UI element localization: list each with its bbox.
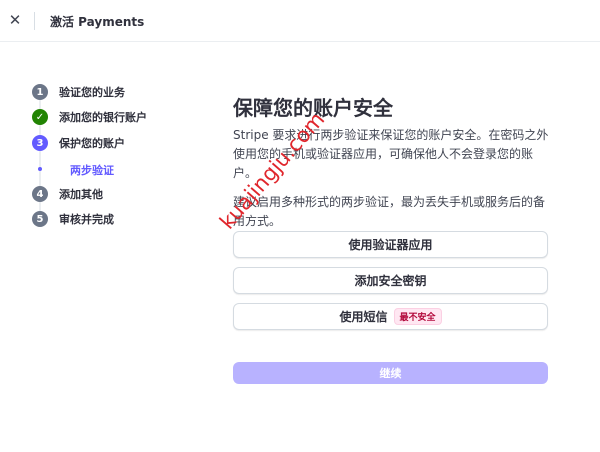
continue-button[interactable]: 继续 [233, 362, 548, 384]
button-label: 添加安全密钥 [354, 274, 427, 288]
step-number: 4 [32, 186, 48, 202]
recommendation-paragraph: 建议启用多种形式的两步验证，最为丢失手机或服务后的备用方式。 [233, 195, 546, 228]
checkmark-icon: ✓ [32, 109, 48, 125]
main-content: 保障您的账户安全 Stripe 要求进行两步验证来保证您的账户安全。在密码之外使… [233, 96, 549, 231]
least-secure-badge: 最不安全 [393, 308, 442, 325]
step-add-bank-account[interactable]: ✓ 添加您的银行账户 [32, 109, 147, 125]
app-title: 激活 Payments [50, 15, 145, 29]
step-label: 审核并完成 [59, 213, 114, 226]
substep-two-step-verification[interactable]: 两步验证 [70, 162, 114, 178]
step-label: 添加其他 [59, 188, 103, 201]
step-label: 保护您的账户 [59, 137, 125, 150]
step-protect-account[interactable]: 3 保护您的账户 [32, 135, 125, 151]
step-label: 添加您的银行账户 [59, 111, 147, 124]
button-label: 使用验证器应用 [348, 238, 433, 252]
step-review-complete[interactable]: 5 审核并完成 [32, 211, 114, 227]
page-title: 保障您的账户安全 [233, 96, 393, 120]
add-security-key-button[interactable]: 添加安全密钥 [233, 267, 548, 294]
button-label: 使用短信 [339, 310, 388, 324]
step-label: 验证您的业务 [59, 86, 125, 99]
step-add-other[interactable]: 4 添加其他 [32, 186, 103, 202]
step-number: 5 [32, 211, 48, 227]
step-number: 3 [32, 135, 48, 151]
header-divider [34, 12, 35, 30]
use-authenticator-app-button[interactable]: 使用验证器应用 [233, 231, 548, 258]
substep-dot-icon [38, 167, 42, 171]
description-paragraph: Stripe 要求进行两步验证来保证您的账户安全。在密码之外使用您的手机或验证器… [233, 128, 549, 180]
top-bar: ✕ 激活 Payments [0, 0, 600, 42]
close-icon[interactable]: ✕ [6, 11, 24, 29]
step-number: 1 [32, 84, 48, 100]
use-sms-button[interactable]: 使用短信 最不安全 [233, 303, 548, 330]
step-verify-business[interactable]: 1 验证您的业务 [32, 84, 125, 100]
